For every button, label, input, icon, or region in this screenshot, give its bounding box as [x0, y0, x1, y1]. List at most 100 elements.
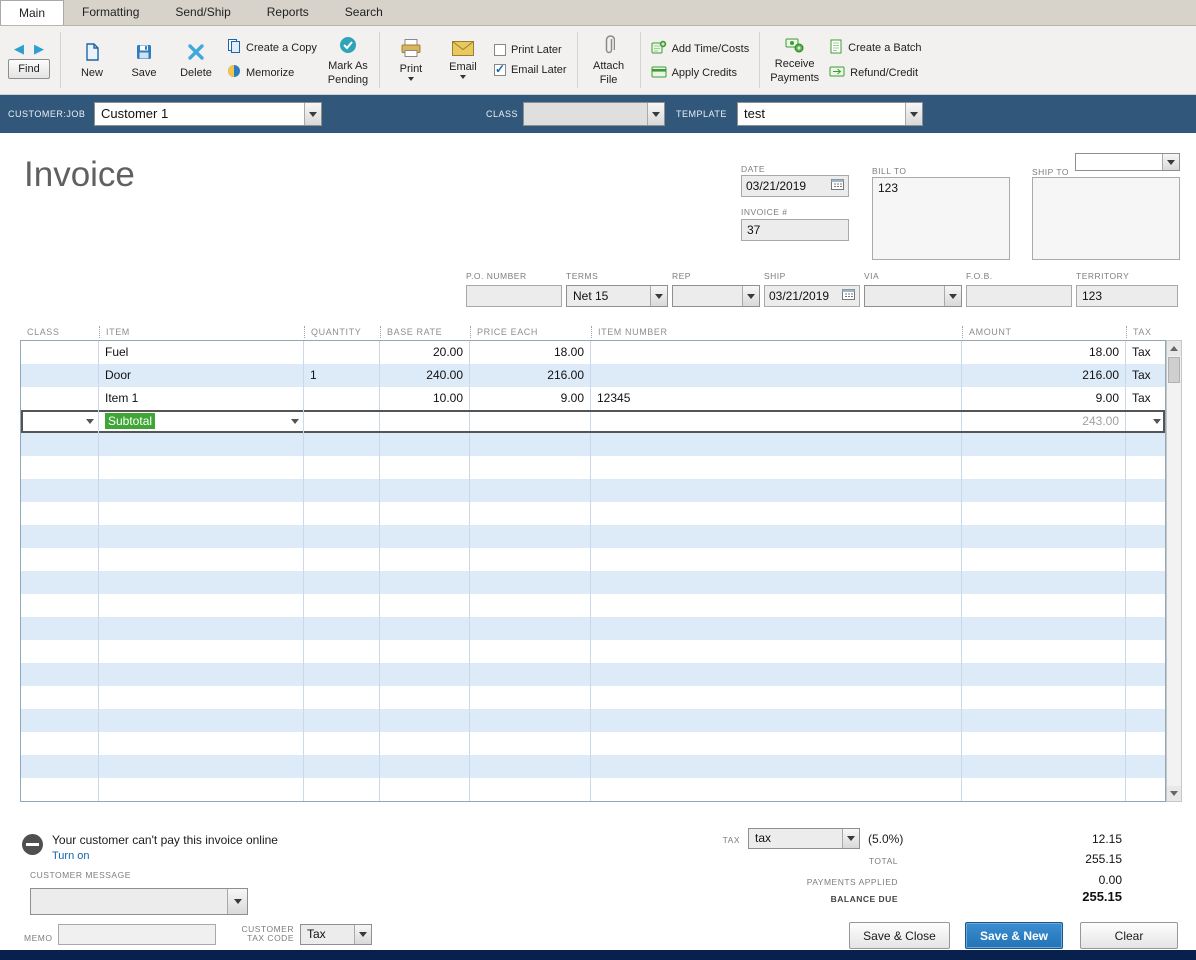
selected-row[interactable]: Subtotal 243.00 — [21, 410, 1165, 433]
save-button[interactable]: Save — [123, 42, 165, 79]
save-new-button[interactable]: Save & New — [965, 922, 1063, 949]
back-arrow-icon[interactable]: ◀ — [14, 42, 24, 55]
table-cell-item-number[interactable] — [591, 456, 962, 479]
table-cell-amount[interactable] — [962, 594, 1126, 617]
tab-search[interactable]: Search — [327, 0, 401, 25]
email-later-checkbox[interactable]: Email Later — [494, 64, 567, 76]
table-cell-item-number[interactable] — [591, 640, 962, 663]
table-cell-tax[interactable] — [1126, 502, 1165, 525]
table-row[interactable]: Door1240.00216.00216.00Tax — [21, 364, 1165, 387]
table-cell-class[interactable] — [21, 433, 99, 456]
table-cell-price-each[interactable] — [470, 410, 591, 433]
table-cell-price-each[interactable] — [470, 732, 591, 755]
table-cell-tax[interactable] — [1126, 617, 1165, 640]
tab-reports[interactable]: Reports — [249, 0, 327, 25]
table-cell-amount[interactable] — [962, 709, 1126, 732]
table-cell-tax[interactable] — [1126, 755, 1165, 778]
table-cell-amount[interactable] — [962, 548, 1126, 571]
empty-row[interactable] — [21, 502, 1165, 525]
empty-row[interactable] — [21, 778, 1165, 801]
date-field[interactable]: 03/21/2019 — [741, 175, 849, 197]
table-cell-item[interactable] — [99, 502, 304, 525]
table-cell-class[interactable] — [21, 410, 99, 433]
empty-row[interactable] — [21, 548, 1165, 571]
table-cell-base-rate[interactable] — [380, 709, 470, 732]
table-cell-item-number[interactable] — [591, 364, 962, 387]
save-close-button[interactable]: Save & Close — [849, 922, 950, 949]
table-cell-amount[interactable] — [962, 571, 1126, 594]
table-cell-price-each[interactable]: 9.00 — [470, 387, 591, 410]
tab-formatting[interactable]: Formatting — [64, 0, 157, 25]
memorize-button[interactable]: Memorize — [227, 64, 317, 81]
table-cell-item[interactable]: Item 1 — [99, 387, 304, 410]
table-cell-class[interactable] — [21, 341, 99, 364]
table-cell-quantity[interactable] — [304, 525, 380, 548]
table-cell-item[interactable] — [99, 686, 304, 709]
table-cell-item[interactable] — [99, 732, 304, 755]
print-later-checkbox[interactable]: Print Later — [494, 44, 567, 56]
table-cell-item-number[interactable] — [591, 341, 962, 364]
table-cell-base-rate[interactable]: 10.00 — [380, 387, 470, 410]
terms-select[interactable]: Net 15 — [566, 285, 668, 307]
empty-row[interactable] — [21, 617, 1165, 640]
ship-date-field[interactable]: 03/21/2019 — [764, 285, 860, 307]
table-cell-price-each[interactable] — [470, 479, 591, 502]
table-cell-amount[interactable]: 243.00 — [962, 410, 1126, 433]
tab-send-ship[interactable]: Send/Ship — [157, 0, 248, 25]
table-cell-amount[interactable] — [962, 525, 1126, 548]
table-cell-base-rate[interactable] — [380, 686, 470, 709]
table-cell-tax[interactable]: Tax — [1126, 387, 1165, 410]
table-cell-base-rate[interactable]: 240.00 — [380, 364, 470, 387]
table-cell-item[interactable] — [99, 778, 304, 801]
template-select[interactable]: test — [737, 102, 923, 126]
table-cell-base-rate[interactable] — [380, 732, 470, 755]
table-cell-item[interactable] — [99, 548, 304, 571]
table-cell-class[interactable] — [21, 778, 99, 801]
table-cell-price-each[interactable] — [470, 456, 591, 479]
table-cell-class[interactable] — [21, 732, 99, 755]
customer-message-select[interactable] — [30, 888, 248, 915]
empty-row[interactable] — [21, 433, 1165, 456]
table-cell-amount[interactable] — [962, 640, 1126, 663]
table-cell-price-each[interactable]: 18.00 — [470, 341, 591, 364]
table-cell-class[interactable] — [21, 571, 99, 594]
table-scrollbar[interactable] — [1166, 340, 1182, 802]
table-cell-item[interactable] — [99, 433, 304, 456]
calendar-icon[interactable] — [842, 287, 855, 305]
table-cell-tax[interactable] — [1126, 410, 1165, 433]
table-cell-item[interactable]: Door — [99, 364, 304, 387]
table-cell-quantity[interactable] — [304, 341, 380, 364]
table-cell-tax[interactable]: Tax — [1126, 341, 1165, 364]
table-cell-item[interactable] — [99, 709, 304, 732]
class-select[interactable] — [523, 102, 665, 126]
table-cell-price-each[interactable] — [470, 571, 591, 594]
table-cell-amount[interactable] — [962, 617, 1126, 640]
table-cell-price-each[interactable] — [470, 548, 591, 571]
table-cell-price-each[interactable] — [470, 617, 591, 640]
table-cell-tax[interactable] — [1126, 548, 1165, 571]
table-cell-price-each[interactable] — [470, 640, 591, 663]
empty-row[interactable] — [21, 594, 1165, 617]
table-cell-price-each[interactable] — [470, 502, 591, 525]
mark-as-pending-button[interactable]: Mark As Pending — [327, 35, 369, 86]
table-cell-tax[interactable] — [1126, 479, 1165, 502]
table-cell-tax[interactable] — [1126, 594, 1165, 617]
table-cell-tax[interactable] — [1126, 686, 1165, 709]
table-cell-base-rate[interactable] — [380, 663, 470, 686]
turn-on-link[interactable]: Turn on — [52, 850, 90, 862]
table-cell-item-number[interactable] — [591, 732, 962, 755]
table-cell-item[interactable] — [99, 479, 304, 502]
table-cell-item-number[interactable] — [591, 410, 962, 433]
table-cell-base-rate[interactable] — [380, 410, 470, 433]
table-cell-price-each[interactable] — [470, 709, 591, 732]
table-cell-item-number[interactable] — [591, 686, 962, 709]
table-cell-base-rate[interactable] — [380, 456, 470, 479]
empty-row[interactable] — [21, 732, 1165, 755]
table-cell-amount[interactable]: 216.00 — [962, 364, 1126, 387]
table-cell-amount[interactable]: 9.00 — [962, 387, 1126, 410]
table-cell-item-number[interactable] — [591, 663, 962, 686]
add-time-costs-button[interactable]: Add Time/Costs — [651, 40, 750, 58]
table-cell-quantity[interactable] — [304, 479, 380, 502]
table-cell-quantity[interactable] — [304, 732, 380, 755]
table-cell-class[interactable] — [21, 548, 99, 571]
